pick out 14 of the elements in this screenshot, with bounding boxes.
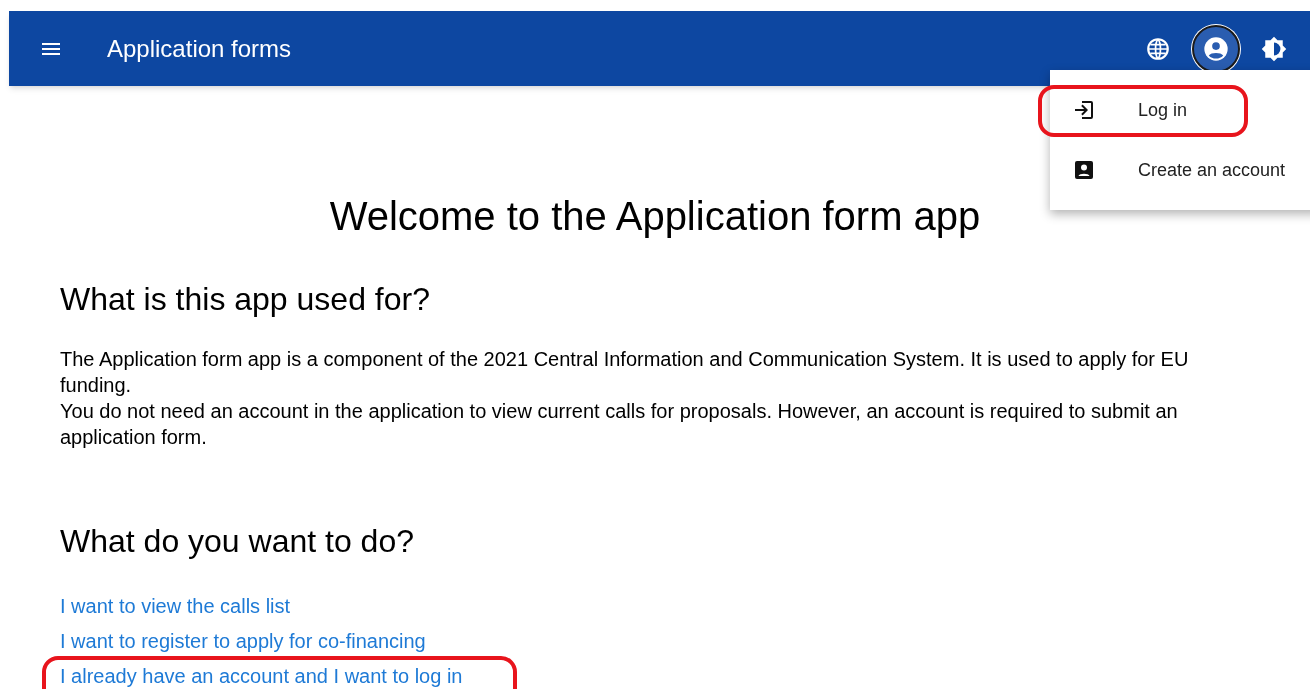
link[interactable]: I want to register to apply for co-financing <box>60 626 426 657</box>
paragraph: The Application form app is a component of the 2021 Central Information and Communication System. It is used to apply for EU funding. <box>60 347 1190 399</box>
account-icon[interactable] <box>1192 24 1240 73</box>
section-heading: What is this app used for? <box>60 280 431 319</box>
section-heading: What do you want to do? <box>60 522 415 561</box>
paragraph: You do not need an account in the application to view current calls for proposals. However, an account is required to submit an application form. <box>60 399 1179 451</box>
contact-card-icon <box>1072 158 1096 182</box>
page-title: Welcome to the Application form app <box>328 193 982 240</box>
link[interactable]: I already have an account and I want to log in <box>60 661 463 689</box>
link[interactable]: I want to view the calls list <box>60 591 291 622</box>
login-icon <box>1072 98 1096 122</box>
menu-item[interactable]: Log in <box>1138 96 1188 124</box>
menu-item[interactable]: Create an account <box>1138 156 1286 184</box>
app-title: Application forms <box>107 33 292 64</box>
